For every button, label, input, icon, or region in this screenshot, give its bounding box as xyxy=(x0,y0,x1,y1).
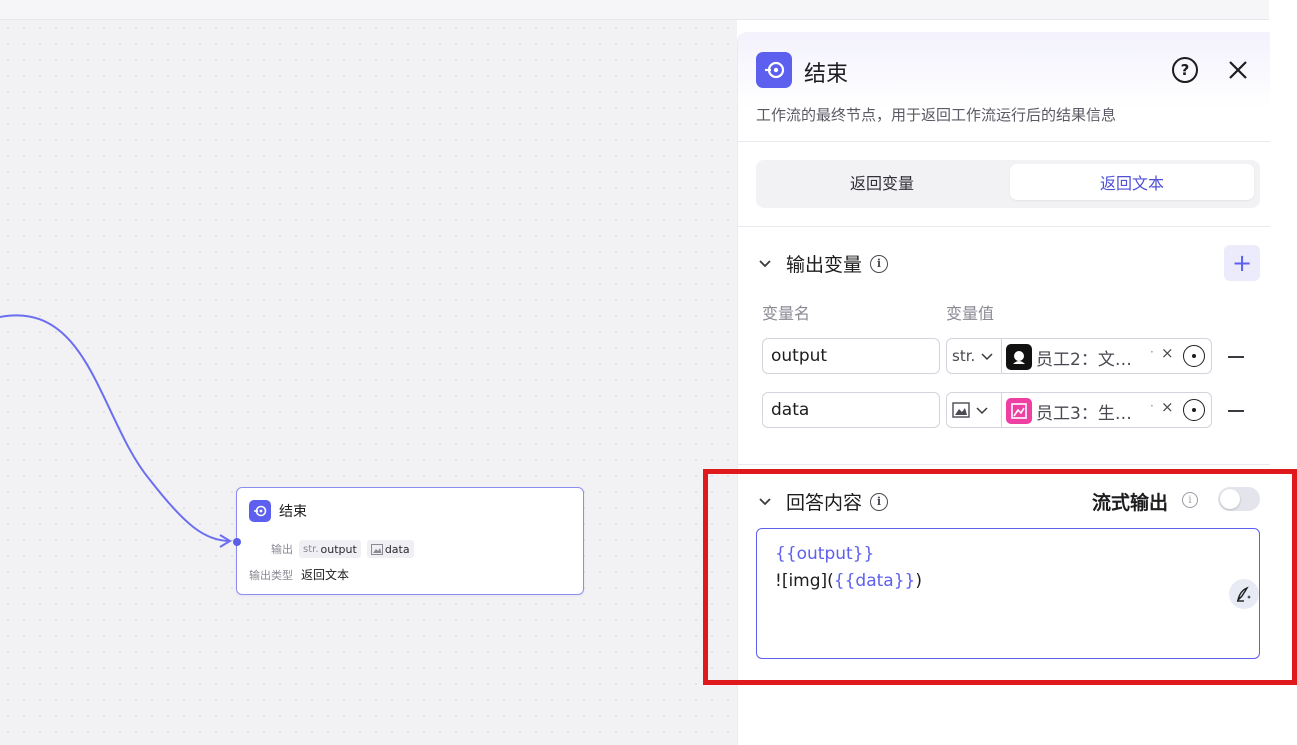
return-mode-segmented: 返回变量 返回文本 xyxy=(756,160,1260,208)
dot-separator: · xyxy=(1150,399,1154,413)
variable-value-field[interactable]: str. 员工2：文… · × xyxy=(946,338,1212,374)
node-settings-panel: 结束 ? 工作流的最终节点，用于返回工作流运行后的结果信息 返回变量 返回文本 … xyxy=(737,32,1270,745)
image-icon xyxy=(952,402,970,418)
add-variable-button[interactable]: + xyxy=(1224,245,1260,281)
close-icon[interactable] xyxy=(1226,58,1250,82)
image-icon xyxy=(370,543,383,555)
clear-icon[interactable]: × xyxy=(1161,344,1174,362)
answer-line: ![img]({{data}}) xyxy=(775,571,922,591)
output-variables-header[interactable]: 输出变量 i xyxy=(758,250,889,277)
chevron-down-icon xyxy=(759,259,771,267)
info-icon[interactable]: i xyxy=(1182,492,1198,508)
column-header-value: 变量值 xyxy=(946,304,995,323)
answer-line: {{output}} xyxy=(775,541,1241,568)
variable-name-input[interactable]: output xyxy=(762,338,940,374)
chevron-down-icon xyxy=(981,353,993,361)
info-icon[interactable]: i xyxy=(870,492,889,511)
node-output-type-value: 返回文本 xyxy=(301,568,350,582)
info-icon[interactable]: i xyxy=(870,254,889,273)
end-node[interactable]: 结束 输出 str. output data 输出类型 返回文本 xyxy=(233,487,584,595)
end-icon xyxy=(756,52,792,88)
answer-content-editor[interactable]: {{output}} ![img]({{data}}) xyxy=(756,528,1260,659)
node-title: 结束 xyxy=(279,504,307,520)
clear-icon[interactable]: × xyxy=(1161,398,1174,416)
panel-description: 工作流的最终节点，用于返回工作流运行后的结果信息 xyxy=(756,106,1117,124)
type-select[interactable] xyxy=(947,393,1002,427)
referenced-variable: 员工3：生… xyxy=(1036,404,1132,424)
tab-return-text[interactable]: 返回文本 xyxy=(1010,164,1254,200)
node-output-chip: data xyxy=(366,540,414,558)
toggle-knob xyxy=(1220,489,1240,509)
panel-header: 结束 ? 工作流的最终节点，用于返回工作流运行后的结果信息 xyxy=(738,32,1270,142)
divider xyxy=(738,464,1270,465)
node-output-chip: str. output xyxy=(299,540,361,558)
stream-output-toggle[interactable] xyxy=(1218,487,1260,511)
employee-avatar-icon xyxy=(1006,344,1032,370)
question-circle-icon[interactable]: ? xyxy=(1172,57,1198,83)
variable-token: {{data}} xyxy=(833,571,916,591)
variable-token: {{output}} xyxy=(775,544,875,564)
stream-output-label: 流式输出 xyxy=(1092,492,1169,514)
target-icon[interactable] xyxy=(1183,399,1205,421)
ai-write-icon[interactable] xyxy=(1229,579,1259,609)
variable-value-field[interactable]: 员工3：生… · × xyxy=(946,392,1212,428)
section-title: 回答内容 xyxy=(786,492,863,514)
panel-title: 结束 xyxy=(804,62,849,87)
end-node-icon xyxy=(249,500,271,522)
input-port[interactable] xyxy=(233,538,241,546)
divider xyxy=(738,226,1270,227)
image-gen-icon xyxy=(1006,398,1032,424)
variable-name-input[interactable]: data xyxy=(762,392,940,428)
remove-variable-button[interactable] xyxy=(1228,356,1244,358)
type-select[interactable]: str. xyxy=(947,339,1002,373)
referenced-variable: 员工2：文… xyxy=(1036,350,1132,370)
remove-variable-button[interactable] xyxy=(1228,410,1244,412)
target-icon[interactable] xyxy=(1183,345,1205,367)
tab-return-variable[interactable]: 返回变量 xyxy=(760,164,1004,200)
column-header-name: 变量名 xyxy=(762,304,811,323)
node-output-label: 输出 xyxy=(271,543,293,556)
answer-content-header[interactable]: 回答内容 i xyxy=(758,488,889,515)
section-title: 输出变量 xyxy=(786,254,863,276)
connection-edge xyxy=(0,314,232,548)
chevron-down-icon xyxy=(976,407,988,415)
chevron-down-icon xyxy=(759,497,771,505)
node-output-type-label: 输出类型 xyxy=(249,568,293,582)
dot-separator: · xyxy=(1150,345,1154,359)
